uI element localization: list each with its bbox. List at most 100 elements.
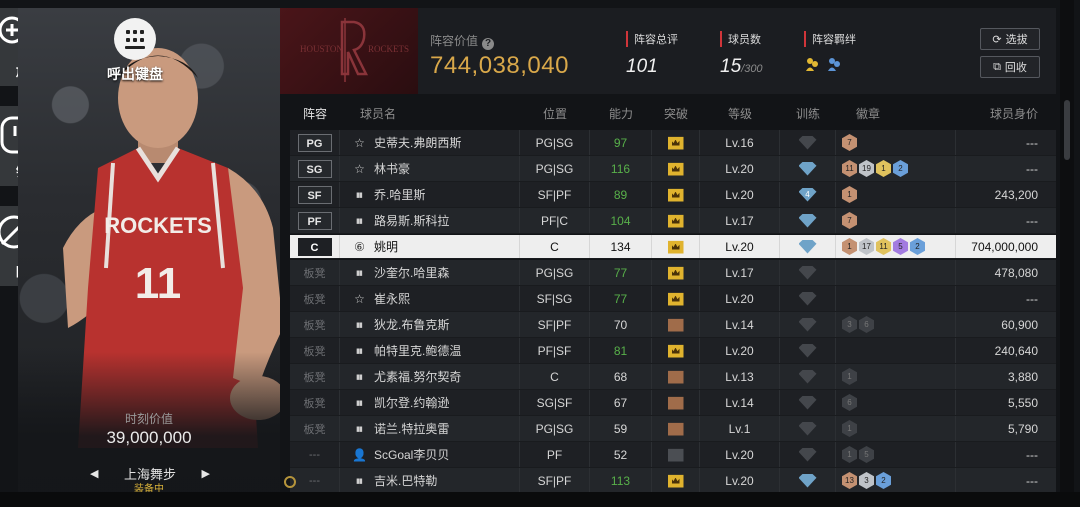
lineup-value-label-text: 阵容价值 <box>430 34 479 48</box>
row-training <box>780 416 836 441</box>
person-icon: 👤 <box>352 447 367 462</box>
rating-stat: 阵容总评 101 <box>626 30 678 78</box>
row-ability: 116 <box>590 156 652 181</box>
breakthrough-icon <box>667 396 684 410</box>
row-name[interactable]: ▮▮ 诺兰.特拉奥雷 <box>340 416 520 441</box>
training-icon <box>798 395 817 410</box>
row-name[interactable]: ▮▮ 帕特里克.鲍德温 <box>340 338 520 363</box>
table-row[interactable]: 板凳 ▮▮ 诺兰.特拉奥雷 PG|SG 59 Lv.1 1 5,790 <box>290 416 1056 442</box>
row-value: --- <box>1026 213 1038 228</box>
row-level: Lv.20 <box>700 156 780 181</box>
slot-label: 板凳 <box>303 267 326 280</box>
player-name: 史蒂夫.弗朗西斯 <box>374 136 462 150</box>
table-row[interactable]: 板凳 ☆ 崔永熙 SF|SG 77 Lv.20 --- <box>290 286 1056 312</box>
badge-hex-icon: 19 <box>859 160 874 177</box>
badge-hex-icon: 2 <box>910 238 925 255</box>
row-ability: 77 <box>590 286 652 311</box>
row-position: SF|PF <box>520 182 590 207</box>
moment-value-label: 时刻价值 <box>124 412 173 426</box>
row-badges: 1 <box>836 416 956 441</box>
recycle-button[interactable]: ⧉ 回收 <box>980 56 1040 78</box>
col-value[interactable]: 球员身价 <box>956 105 1056 122</box>
breakthrough-icon <box>667 292 684 306</box>
table-row[interactable]: --- 👤 ScGoal李贝贝 PF 52 Lv.20 15 --- <box>290 442 1056 468</box>
tier-badge-icon: ⑥ <box>354 239 365 254</box>
row-position: SF|PF <box>520 312 590 337</box>
row-name[interactable]: ⑥ 姚明 <box>340 235 520 258</box>
table-row[interactable]: 板凳 ▮▮ 沙奎尔.哈里森 PG|SG 77 Lv.17 478,080 <box>290 260 1056 286</box>
row-breakthrough <box>652 286 700 311</box>
row-badges: 36 <box>836 312 956 337</box>
row-name[interactable]: ▮▮ 狄龙.布鲁克斯 <box>340 312 520 337</box>
row-training <box>780 442 836 467</box>
table-row[interactable]: SG ☆ 林书豪 PG|SG 116 Lv.20 11 19 1 2 --- <box>290 156 1056 182</box>
table-row[interactable]: 板凳 ▮▮ 尤素福.努尔契奇 C 68 Lv.13 1 3,880 <box>290 364 1056 390</box>
player-name: 吉米.巴特勒 <box>374 474 438 488</box>
player-name: 帕特里克.鲍德温 <box>374 344 462 358</box>
table-row[interactable]: --- ▮▮ 吉米.巴特勒 SF|PF 113 Lv.20 13 3 2 --- <box>290 468 1056 494</box>
svg-text:HOUSTON: HOUSTON <box>300 44 343 54</box>
row-slot: SG <box>290 156 340 181</box>
player-name: 沙奎尔.哈里森 <box>374 266 450 280</box>
moment-value: 39,000,000 <box>106 428 192 447</box>
breakthrough-icon <box>667 162 684 176</box>
col-ability[interactable]: 能力 <box>590 105 652 122</box>
player-card[interactable]: ROCKETS 11 呼出键盘 时刻价值 39,000,000 ◀ 上海舞步 ▶… <box>18 8 280 492</box>
help-icon[interactable]: ? <box>482 38 495 50</box>
row-level: Lv.17 <box>700 208 780 233</box>
table-row[interactable]: PF ▮▮ 路易斯.斯科拉 PF|C 104 Lv.17 7 --- <box>290 208 1056 234</box>
badge-hex-icon: 3 <box>842 316 857 333</box>
badge-hex-icon: 1 <box>842 186 857 203</box>
row-ability: 67 <box>590 390 652 415</box>
player-name: 崔永熙 <box>374 292 411 306</box>
row-training <box>780 312 836 337</box>
row-name[interactable]: ☆ 崔永熙 <box>340 286 520 311</box>
table-row[interactable]: SF ▮▮ 乔.哈里斯 SF|PF 89 Lv.20 4 1 243,200 <box>290 182 1056 208</box>
slot-label: 板凳 <box>303 345 326 358</box>
col-position[interactable]: 位置 <box>520 105 590 122</box>
row-name[interactable]: ☆ 史蒂夫.弗朗西斯 <box>340 130 520 155</box>
row-value: 5,790 <box>1007 421 1038 436</box>
badge-hex-icon: 17 <box>859 238 874 255</box>
col-breakthrough[interactable]: 突破 <box>652 105 700 122</box>
next-arrow-icon[interactable]: ▶ <box>202 467 210 480</box>
select-button[interactable]: ⟳ 选拔 <box>980 28 1040 50</box>
row-name[interactable]: ▮▮ 凯尔登.约翰逊 <box>340 390 520 415</box>
select-button-label: 选拔 <box>1005 34 1028 46</box>
table-row[interactable]: C ⑥ 姚明 C 134 Lv.20 1 17 11 5 2 704,000,000 <box>290 235 1056 259</box>
row-value: 5,550 <box>1007 395 1038 410</box>
bond-icons[interactable] <box>804 56 856 72</box>
slot-label: 板凳 <box>303 293 326 306</box>
call-keyboard-button[interactable]: 呼出键盘 <box>98 18 172 84</box>
table-row[interactable]: 板凳 ▮▮ 帕特里克.鲍德温 PF|SF 81 Lv.20 240,640 <box>290 338 1056 364</box>
slot-label: PF <box>297 211 332 230</box>
row-name[interactable]: ▮▮ 尤素福.努尔契奇 <box>340 364 520 389</box>
col-name[interactable]: 球员名 <box>340 105 520 122</box>
row-name[interactable]: ▮▮ 乔.哈里斯 <box>340 182 520 207</box>
row-name[interactable]: ▮▮ 路易斯.斯科拉 <box>340 208 520 233</box>
table-row[interactable]: 板凳 ▮▮ 狄龙.布鲁克斯 SF|PF 70 Lv.14 36 60,900 <box>290 312 1056 338</box>
scrollbar-thumb[interactable] <box>1064 100 1070 160</box>
slot-label: 板凳 <box>303 397 326 410</box>
row-name[interactable]: ▮▮ 吉米.巴特勒 <box>340 468 520 493</box>
training-icon <box>798 213 817 228</box>
signal-icon: ▮▮ <box>356 477 363 485</box>
table-row[interactable]: 板凳 ▮▮ 凯尔登.约翰逊 SG|SF 67 Lv.14 6 5,550 <box>290 390 1056 416</box>
row-name[interactable]: ▮▮ 沙奎尔.哈里森 <box>340 260 520 285</box>
col-badges[interactable]: 徽章 <box>836 105 956 122</box>
prev-arrow-icon[interactable]: ◀ <box>90 467 98 480</box>
breakthrough-icon <box>667 474 684 488</box>
scroll-track[interactable] <box>1060 0 1074 507</box>
col-lineup[interactable]: 阵容 <box>290 105 340 122</box>
row-breakthrough <box>652 208 700 233</box>
row-value: --- <box>1026 447 1038 462</box>
col-training[interactable]: 训练 <box>780 105 836 122</box>
row-name[interactable]: ☆ 林书豪 <box>340 156 520 181</box>
table-row[interactable]: PG ☆ 史蒂夫.弗朗西斯 PG|SG 97 Lv.16 7 --- <box>290 130 1056 156</box>
row-training <box>780 130 836 155</box>
row-slot: 板凳 <box>290 338 340 363</box>
favorite-icon[interactable] <box>284 476 296 488</box>
row-name[interactable]: 👤 ScGoal李贝贝 <box>340 442 520 467</box>
player-name: 诺兰.特拉奥雷 <box>374 422 450 436</box>
col-level[interactable]: 等级 <box>700 105 780 122</box>
